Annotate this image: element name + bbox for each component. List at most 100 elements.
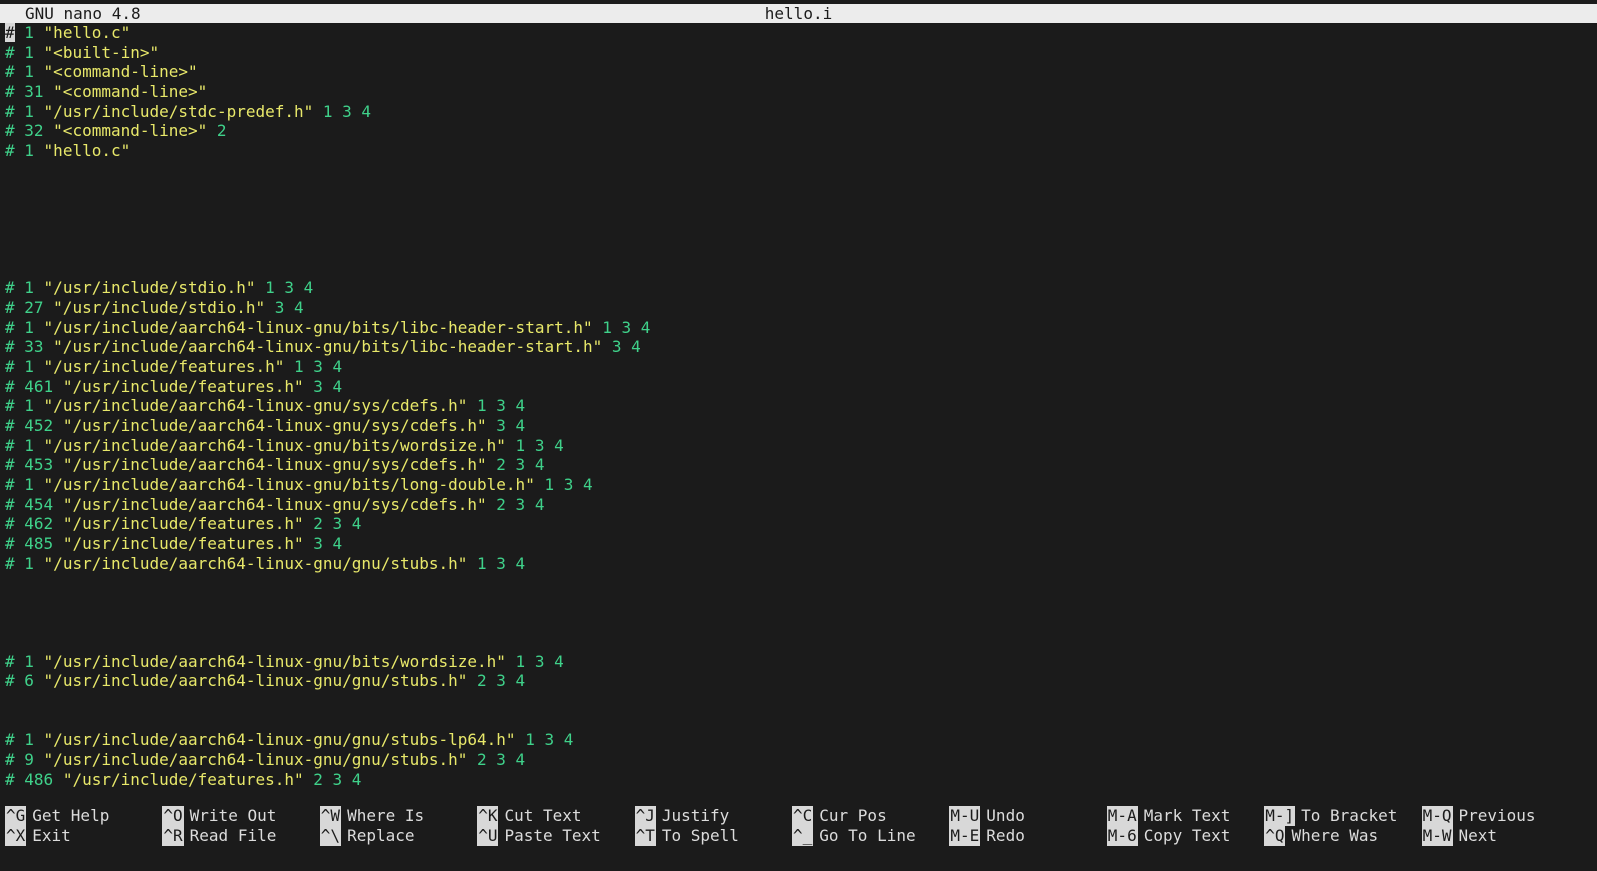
shortcut-to-spell[interactable]: ^T To Spell <box>634 826 739 846</box>
shortcut-label: To Bracket <box>1301 806 1398 825</box>
shortcut-key: M-A <box>1106 806 1138 826</box>
buffer-line[interactable]: # 32 "<command-line>" 2 <box>5 121 227 141</box>
buffer-line[interactable]: # 33 "/usr/include/aarch64-linux-gnu/bit… <box>5 337 641 357</box>
directive-flags: 2 3 4 <box>486 455 545 475</box>
shortcut-key: M-U <box>949 806 981 826</box>
shortcut-undo[interactable]: M-U Undo <box>949 806 1025 826</box>
directive-flags: 2 3 4 <box>467 671 526 691</box>
file-name-string: "/usr/include/stdc-predef.h" <box>43 101 314 121</box>
buffer-line[interactable]: # 1 "/usr/include/aarch64-linux-gnu/bits… <box>5 475 593 495</box>
line-number-directive: 6 <box>14 671 44 691</box>
shortcut-read-file[interactable]: ^R Read File <box>162 826 276 846</box>
directive-flags: 2 3 4 <box>303 769 362 789</box>
buffer-line[interactable]: # 453 "/usr/include/aarch64-linux-gnu/sy… <box>5 455 544 475</box>
line-marker: # <box>5 337 15 357</box>
shortcut-mark-text[interactable]: M-A Mark Text <box>1106 806 1231 826</box>
buffer-line[interactable]: # 1 "/usr/include/aarch64-linux-gnu/gnu/… <box>5 554 525 574</box>
buffer-line[interactable]: # 485 "/usr/include/features.h" 3 4 <box>5 534 342 554</box>
shortcut-label: To Spell <box>661 826 739 845</box>
shortcut-label: Cur Pos <box>819 806 887 825</box>
directive-flags: 1 3 4 <box>592 317 651 337</box>
shortcut-label: Paste Text <box>504 826 601 845</box>
shortcut-label: Write Out <box>189 806 277 825</box>
buffer-line[interactable]: # 27 "/usr/include/stdio.h" 3 4 <box>5 298 304 318</box>
shortcut-where-is[interactable]: ^W Where Is <box>319 806 424 826</box>
shortcut-copy-text[interactable]: M-6 Copy Text <box>1106 826 1230 846</box>
line-number-directive: 27 <box>14 298 54 318</box>
directive-flags: 3 4 <box>303 376 343 396</box>
buffer-line[interactable]: # 9 "/usr/include/aarch64-linux-gnu/gnu/… <box>5 750 525 770</box>
shortcut-key: ^K <box>477 806 499 826</box>
buffer-line[interactable]: # 1 "hello.c" <box>5 23 130 43</box>
line-number-directive: 1 <box>14 435 44 455</box>
buffer-line[interactable]: # 1 "/usr/include/aarch64-linux-gnu/gnu/… <box>5 730 573 750</box>
buffer-line[interactable]: # 486 "/usr/include/features.h" 2 3 4 <box>5 770 361 790</box>
directive-flags: 1 3 4 <box>313 101 372 121</box>
line-marker: # <box>5 533 15 553</box>
buffer-line[interactable]: # 1 "/usr/include/stdc-predef.h" 1 3 4 <box>5 102 371 122</box>
shortcut-go-to-line[interactable]: ^_ Go To Line <box>792 826 916 846</box>
line-number-directive: 1 <box>14 101 44 121</box>
file-name-string: "/usr/include/aarch64-linux-gnu/gnu/stub… <box>43 671 468 691</box>
line-number-directive: 461 <box>14 376 63 396</box>
line-marker: # <box>5 376 15 396</box>
buffer-line[interactable]: # 1 "/usr/include/features.h" 1 3 4 <box>5 357 342 377</box>
line-number-directive: 452 <box>14 416 63 435</box>
line-marker: # <box>5 769 15 789</box>
shortcut-to-bracket[interactable]: M-] To Bracket <box>1264 806 1397 826</box>
shortcut-key: M-E <box>949 826 981 846</box>
line-marker: # <box>5 42 15 62</box>
shortcut-cur-pos[interactable]: ^C Cur Pos <box>792 806 887 826</box>
directive-flags: 2 3 4 <box>486 494 545 514</box>
shortcut-label: Mark Text <box>1143 806 1231 825</box>
buffer-line[interactable]: # 6 "/usr/include/aarch64-linux-gnu/gnu/… <box>5 671 525 691</box>
shortcut-label: Read File <box>189 826 277 845</box>
shortcut-key: ^O <box>162 806 184 826</box>
buffer-line[interactable]: # 1 "/usr/include/aarch64-linux-gnu/bits… <box>5 318 650 338</box>
buffer-line[interactable]: # 1 "hello.c" <box>5 141 130 161</box>
shortcut-write-out[interactable]: ^O Write Out <box>162 806 276 826</box>
directive-flags: 3 4 <box>265 298 304 318</box>
buffer-line[interactable]: # 1 "<command-line>" <box>5 62 198 82</box>
file-name-string: "/usr/include/aarch64-linux-gnu/sys/cdef… <box>62 416 487 435</box>
shortcut-paste-text[interactable]: ^U Paste Text <box>477 826 601 846</box>
shortcut-exit[interactable]: ^X Exit <box>5 826 71 846</box>
shortcut-justify[interactable]: ^J Justify <box>634 806 729 826</box>
shortcut-previous[interactable]: M-Q Previous <box>1421 806 1536 826</box>
buffer-line[interactable]: # 31 "<command-line>" <box>5 82 207 102</box>
shortcut-label: Undo <box>986 806 1025 825</box>
buffer-line[interactable]: # 462 "/usr/include/features.h" 2 3 4 <box>5 514 361 534</box>
shortcut-where-was[interactable]: ^Q Where Was <box>1264 826 1378 846</box>
file-name-string: "/usr/include/aarch64-linux-gnu/gnu/stub… <box>43 553 468 573</box>
shortcut-replace[interactable]: ^\ Replace <box>319 826 415 846</box>
shortcut-cut-text[interactable]: ^K Cut Text <box>477 806 582 826</box>
shortcut-redo[interactable]: M-E Redo <box>949 826 1025 846</box>
buffer-line[interactable]: # 454 "/usr/include/aarch64-linux-gnu/sy… <box>5 495 544 515</box>
text-buffer[interactable]: # 1 "hello.c" # 1 "<built-in>" # 1 "<comma… <box>0 23 1597 803</box>
shortcut-label: Next <box>1458 826 1498 845</box>
file-name-string: "<command-line>" <box>43 62 198 82</box>
buffer-line[interactable]: # 1 "/usr/include/stdio.h" 1 3 4 <box>5 278 313 298</box>
buffer-line[interactable]: # 461 "/usr/include/features.h" 3 4 <box>5 377 342 397</box>
line-marker: # <box>5 514 15 534</box>
buffer-line[interactable]: # 452 "/usr/include/aarch64-linux-gnu/sy… <box>5 416 525 436</box>
line-number-directive: 1 <box>14 278 44 298</box>
buffer-line[interactable]: # 1 "/usr/include/aarch64-linux-gnu/bits… <box>5 436 564 456</box>
file-name-string: "/usr/include/stdio.h" <box>43 278 256 298</box>
shortcut-key: ^U <box>477 826 499 846</box>
shortcut-get-help[interactable]: ^G Get Help <box>5 806 109 826</box>
buffer-line[interactable]: # 1 "/usr/include/aarch64-linux-gnu/bits… <box>5 652 564 672</box>
shortcut-key: M-Q <box>1421 806 1453 826</box>
line-marker: # <box>5 730 15 750</box>
shortcut-key: ^\ <box>319 826 342 846</box>
file-name-string: "hello.c" <box>43 140 131 160</box>
line-marker: # <box>5 750 15 770</box>
line-marker: # <box>5 671 15 691</box>
file-name-string: "hello.c" <box>43 23 131 42</box>
file-name-string: "/usr/include/aarch64-linux-gnu/bits/lib… <box>43 317 593 337</box>
buffer-line[interactable]: # 1 "<built-in>" <box>5 43 159 63</box>
file-name-string: "/usr/include/aarch64-linux-gnu/bits/lib… <box>53 337 603 357</box>
buffer-line[interactable]: # 1 "/usr/include/aarch64-linux-gnu/sys/… <box>5 396 525 416</box>
shortcut-next[interactable]: M-W Next <box>1421 826 1498 846</box>
shortcut-key: ^J <box>634 806 656 826</box>
